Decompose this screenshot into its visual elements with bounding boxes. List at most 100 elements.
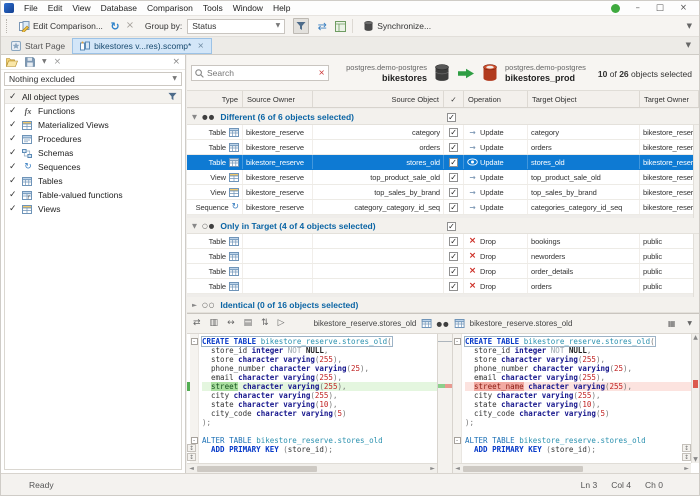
- row-checkbox[interactable]: ✓: [449, 202, 458, 212]
- sql-line[interactable]: store_id integer NOT NULL,: [202, 346, 437, 355]
- sql-line[interactable]: ADD PRIMARY KEY (store_id);: [202, 445, 437, 454]
- right-code[interactable]: CREATE TABLE bikestore_reserve.stores_ol…: [462, 334, 691, 463]
- operation-cell[interactable]: → Update: [464, 125, 528, 139]
- comparison-row[interactable]: Table bikestore_reserve category ✓ → Update ca…: [187, 125, 699, 140]
- collapse-icon[interactable]: ▼: [187, 113, 202, 121]
- group-header[interactable]: ▼ ○● Only in Target (4 of 4 objects select…: [187, 218, 699, 234]
- group-by-select[interactable]: Status ▼: [187, 18, 286, 34]
- menu-view[interactable]: View: [67, 3, 95, 13]
- close-window-button[interactable]: ×: [680, 4, 687, 13]
- checkbox-checked-icon[interactable]: ✓: [9, 134, 18, 144]
- toolbar-overflow-button[interactable]: ▼: [687, 22, 694, 30]
- object-type-table-valued-functions[interactable]: ✓ f Table-valued functions: [5, 188, 181, 202]
- checkbox-checked-icon[interactable]: ✓: [9, 148, 18, 158]
- sql-line[interactable]: CREATE TABLE bikestore_reserve.stores_ol…: [201, 336, 437, 347]
- row-checkbox[interactable]: ✓: [449, 157, 458, 167]
- menu-help[interactable]: Help: [268, 3, 295, 13]
- left-code[interactable]: CREATE TABLE bikestore_reserve.stores_ol…: [199, 334, 437, 463]
- operation-cell[interactable]: × Drop: [464, 279, 528, 293]
- edit-comparison-button[interactable]: Edit Comparison...: [15, 19, 106, 33]
- object-type-functions[interactable]: ✓ fx Functions: [5, 104, 181, 118]
- filter-toggle-button[interactable]: [293, 18, 310, 34]
- row-checkbox[interactable]: ✓: [447, 112, 456, 122]
- panel-layout-icon[interactable]: ▦: [668, 319, 676, 328]
- comparison-row[interactable]: Table ✓ × Drop order_details public: [187, 264, 699, 279]
- synchronize-button[interactable]: Synchronize...: [359, 19, 434, 33]
- operation-cell[interactable]: × Drop: [464, 249, 528, 263]
- comparison-row[interactable]: Table ✓ × Drop bookings public: [187, 234, 699, 249]
- sql-line[interactable]: store_id integer NOT NULL,: [465, 346, 691, 355]
- group-header[interactable]: ► ○○ Identical (0 of 16 objects selected): [187, 297, 699, 313]
- row-checkbox[interactable]: ✓: [449, 172, 458, 182]
- save-filter-icon[interactable]: [25, 57, 35, 67]
- row-checkbox[interactable]: ✓: [449, 281, 458, 291]
- close-panel-icon[interactable]: ×: [172, 57, 180, 67]
- object-type-materialized-views[interactable]: ✓ Materialized Views: [5, 118, 181, 132]
- sql-line[interactable]: email character varying(255),: [202, 373, 437, 382]
- sql-line[interactable]: );: [202, 418, 437, 427]
- operation-cell[interactable]: → Update: [464, 185, 528, 199]
- operation-cell[interactable]: × Drop: [464, 234, 528, 248]
- save-script-icon[interactable]: ▤: [244, 319, 253, 328]
- menu-edit[interactable]: Edit: [43, 3, 68, 13]
- row-checkbox[interactable]: ✓: [449, 127, 458, 137]
- sql-line[interactable]: phone_number character varying(25),: [465, 364, 691, 373]
- minimize-button[interactable]: –: [636, 4, 640, 13]
- collapse-icon[interactable]: ▼: [187, 222, 202, 230]
- row-checkbox[interactable]: ✓: [447, 221, 456, 231]
- column-header-checkbox[interactable]: ✓: [444, 91, 464, 107]
- right-hscrollbar[interactable]: ◄ ►: [453, 463, 691, 473]
- sql-line[interactable]: city character varying(255),: [202, 391, 437, 400]
- column-header-type[interactable]: Type: [187, 91, 243, 107]
- source-ddl-editor[interactable]: -- CREATE TABLE bikestore_reserve.stores…: [187, 334, 438, 473]
- left-hscrollbar[interactable]: ◄ ►: [187, 463, 437, 473]
- line-numbers-icon[interactable]: ▥: [210, 319, 219, 328]
- tab-comparison-document[interactable]: bikestores v...res).scomp* ×: [72, 37, 213, 54]
- comparison-row[interactable]: Table ✓ × Drop neworders public: [187, 249, 699, 264]
- sql-line[interactable]: );: [465, 418, 691, 427]
- maximize-button[interactable]: □: [656, 4, 664, 13]
- group-header[interactable]: ▼ ●● Different (6 of 6 objects selected) ✓: [187, 109, 699, 125]
- column-header-source-owner[interactable]: Source Owner: [243, 91, 313, 107]
- target-ddl-editor[interactable]: - - CREATE TABLE bikestore_reserve.stores…: [452, 334, 699, 473]
- open-filter-icon[interactable]: [6, 57, 18, 67]
- column-header-target-owner[interactable]: Target Owner: [640, 91, 699, 107]
- column-header-target-object[interactable]: Target Object: [528, 91, 640, 107]
- menu-comparison[interactable]: Comparison: [142, 3, 198, 13]
- swap-source-target-button[interactable]: ⇄: [316, 20, 328, 32]
- fold-marker[interactable]: -: [453, 436, 461, 445]
- operation-cell[interactable]: → Update: [464, 200, 528, 214]
- sql-line[interactable]: ALTER TABLE bikestore_reserve.stores_old: [202, 436, 437, 445]
- row-checkbox[interactable]: ✓: [449, 187, 458, 197]
- sql-line[interactable]: email character varying(255),: [465, 373, 691, 382]
- menu-file[interactable]: File: [19, 3, 43, 13]
- fold-marker[interactable]: -: [190, 337, 198, 346]
- comparison-row[interactable]: View bikestore_reserve top_product_sale_ol…: [187, 170, 699, 185]
- checkbox-checked-icon[interactable]: ✓: [9, 162, 18, 172]
- fold-marker[interactable]: -: [453, 337, 461, 346]
- checkbox-checked-icon[interactable]: ✓: [9, 190, 18, 200]
- sql-line[interactable]: [465, 427, 691, 436]
- menu-database[interactable]: Database: [96, 3, 142, 13]
- comparison-row[interactable]: Table ✓ × Drop orders public: [187, 279, 699, 294]
- operation-cell[interactable]: × Drop: [464, 264, 528, 278]
- report-button[interactable]: [334, 20, 346, 32]
- comparison-row[interactable]: Sequence ↻ bikestore_reserve category_categ…: [187, 200, 699, 215]
- right-vscrollbar[interactable]: ▲ ▼: [691, 334, 699, 463]
- operation-cell[interactable]: Update: [464, 155, 528, 169]
- grid-scrollbar[interactable]: [693, 109, 699, 313]
- sql-line[interactable]: street character varying(255),: [202, 382, 437, 391]
- clear-filter-icon[interactable]: ×: [54, 57, 62, 67]
- checkbox-checked-icon[interactable]: ✓: [9, 176, 18, 186]
- refresh-button[interactable]: ↻: [109, 20, 121, 32]
- exclude-filter-select[interactable]: Nothing excluded ▼: [4, 72, 182, 86]
- object-type-views[interactable]: ✓ Views: [5, 202, 181, 216]
- tab-start-page[interactable]: Start Page: [4, 38, 72, 54]
- column-header-source-object[interactable]: Source Object: [313, 91, 444, 107]
- next-difference-icon[interactable]: ▷: [278, 319, 285, 328]
- clear-search-icon[interactable]: ×: [318, 69, 325, 77]
- sql-line[interactable]: city character varying(255),: [465, 391, 691, 400]
- row-checkbox[interactable]: ✓: [449, 236, 458, 246]
- row-checkbox[interactable]: ✓: [449, 251, 458, 261]
- row-checkbox[interactable]: ✓: [449, 142, 458, 152]
